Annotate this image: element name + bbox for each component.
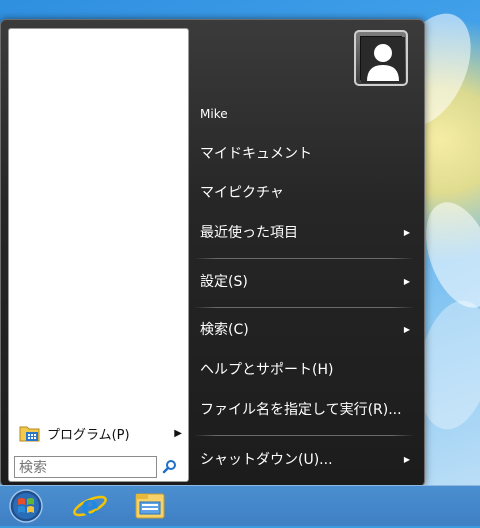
menu-item-settings[interactable]: 設定(S) ▶ (194, 268, 416, 294)
taskbar: e (0, 485, 480, 526)
programs-folder-icon (19, 422, 41, 444)
start-button[interactable] (6, 488, 46, 524)
start-menu: プログラム(P) ▶ Mike マイドキュメント マイピクチャ 最近使った項目 (0, 19, 425, 487)
menu-item-shutdown[interactable]: シャットダウン(U)... ▶ (194, 446, 416, 472)
file-explorer-icon (135, 493, 165, 519)
internet-explorer-icon: e (73, 489, 107, 522)
menu-separator (194, 258, 414, 259)
start-orb-icon (9, 489, 43, 523)
user-avatar[interactable] (354, 30, 408, 86)
chevron-right-icon: ▶ (403, 454, 410, 464)
menu-item-my-pictures[interactable]: マイピクチャ (194, 179, 416, 205)
all-programs-button[interactable]: プログラム(P) ▶ (19, 422, 184, 444)
file-explorer-button[interactable] (130, 488, 170, 524)
internet-explorer-button[interactable]: e (70, 488, 110, 524)
start-menu-left-pane: プログラム(P) ▶ (8, 28, 189, 482)
search-input[interactable] (14, 456, 157, 478)
chevron-right-icon: ▶ (403, 324, 410, 334)
menu-item-run[interactable]: ファイル名を指定して実行(R)... (194, 396, 416, 422)
menu-item-recent-items[interactable]: 最近使った項目 ▶ (194, 219, 416, 245)
chevron-right-icon: ▶ (174, 427, 182, 439)
menu-item-my-documents[interactable]: マイドキュメント (194, 140, 416, 166)
menu-separator (194, 307, 414, 308)
chevron-right-icon: ▶ (403, 227, 410, 237)
menu-item-help-support[interactable]: ヘルプとサポート(H) (194, 356, 416, 382)
menu-item-search[interactable]: 検索(C) ▶ (194, 316, 416, 342)
user-name: Mike (200, 107, 228, 121)
user-silhouette-icon (361, 37, 405, 83)
svg-text:e: e (81, 489, 99, 522)
chevron-right-icon: ▶ (403, 276, 410, 286)
menu-separator (194, 435, 414, 436)
search-icon[interactable] (162, 459, 178, 475)
all-programs-label: プログラム(P) (47, 427, 130, 443)
